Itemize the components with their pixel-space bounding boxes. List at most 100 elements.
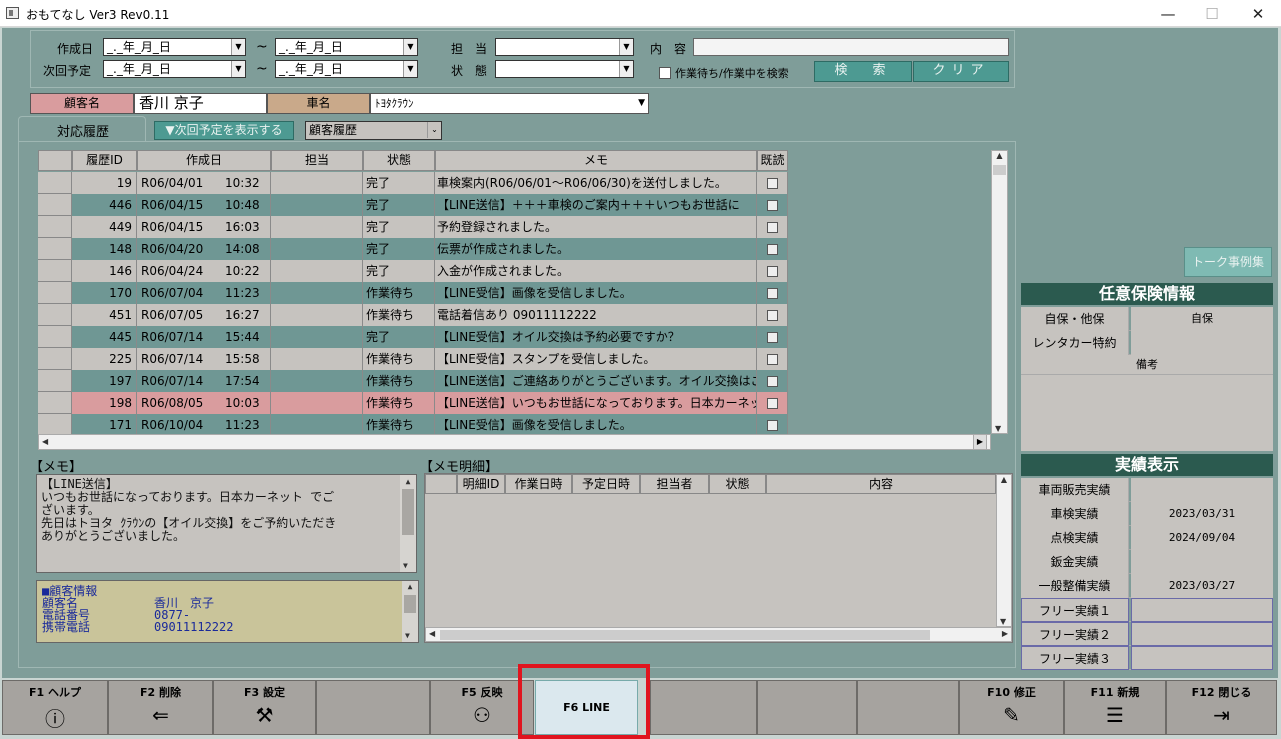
cell-status: 完了	[363, 172, 435, 194]
col-staff[interactable]: 担当	[271, 150, 363, 171]
read-checkbox[interactable]	[766, 398, 778, 409]
waiting-checkbox[interactable]	[659, 67, 671, 79]
f4-empty-button[interactable]	[316, 680, 430, 735]
f1-help-button[interactable]: F1 ヘルプ ⓘ	[2, 680, 108, 735]
f10-edit-button[interactable]: F10 修正 ✎	[959, 680, 1064, 735]
col-work-datetime[interactable]: 作業日時	[505, 474, 572, 494]
read-checkbox[interactable]	[766, 332, 778, 343]
scroll-up-icon[interactable]: ▲	[992, 151, 1007, 160]
read-checkbox[interactable]	[766, 376, 778, 387]
created-to-combo[interactable]: _._年_月_日 ▼	[275, 38, 418, 56]
detail-hscroll[interactable]: ◀ ▶	[425, 627, 1012, 642]
f3-settings-button[interactable]: F3 設定 ⚒	[213, 680, 316, 735]
row-selector	[38, 326, 72, 348]
scroll-down-icon[interactable]: ▼	[405, 630, 410, 642]
scroll-up-icon[interactable]: ▲	[402, 581, 418, 593]
detail-vscroll[interactable]: ▲ ▼	[996, 474, 1012, 627]
f12-close-button[interactable]: F12 閉じる ⇥	[1166, 680, 1277, 735]
history-vscroll-thumb[interactable]	[993, 165, 1006, 175]
close-button[interactable]: ✕	[1235, 0, 1281, 27]
history-type-combo[interactable]: 顧客履歴 ⌄	[305, 121, 442, 140]
read-checkbox[interactable]	[766, 288, 778, 299]
next-to-combo[interactable]: _._年_月_日 ▼	[275, 60, 418, 78]
maximize-button[interactable]: ☐	[1189, 0, 1235, 27]
table-row[interactable]: 449 R06/04/15 16:03 完了 予約登録されました。	[38, 216, 788, 238]
scroll-right-icon[interactable]: ▶	[1002, 629, 1008, 638]
table-row[interactable]: 146 R06/04/24 10:22 完了 入金が作成されました。	[38, 260, 788, 282]
cell-history-id: 19	[72, 172, 137, 194]
f6-line-button[interactable]: F6 LINE	[535, 680, 638, 735]
remarks-label: 備考	[1021, 355, 1273, 375]
f7-empty-button[interactable]	[650, 680, 757, 735]
history-vscroll[interactable]: ▲ ▼	[991, 150, 1008, 434]
col-detail-id[interactable]: 明細ID	[457, 474, 505, 494]
table-row[interactable]: 170 R06/07/04 11:23 作業待ち 【LINE受信】画像を受信しました。	[38, 282, 788, 304]
f9-empty-button[interactable]	[857, 680, 959, 735]
cell-created-date: R06/08/05 10:03	[137, 392, 271, 414]
col-detail-content[interactable]: 内容	[766, 474, 996, 494]
info-vscroll-thumb[interactable]	[404, 595, 416, 613]
memo-textarea[interactable]: 【LINE送信】 いつもお世話になっております。日本カーネット でご ざいます。…	[36, 474, 417, 573]
table-row[interactable]: 198 R06/08/05 10:03 作業待ち 【LINE送信】いつもお世話になってお…	[38, 392, 788, 414]
content-input[interactable]	[693, 38, 1009, 56]
minimize-button[interactable]: —	[1145, 0, 1191, 27]
table-row[interactable]: 197 R06/07/14 17:54 作業待ち 【LINE送信】ご連絡ありがとうござい…	[38, 370, 788, 392]
read-checkbox[interactable]	[766, 420, 778, 431]
car-name-combo[interactable]: ﾄﾖﾀｸﾗｳﾝ ▼	[370, 93, 649, 114]
show-next-button[interactable]: ▼次回予定を表示する	[154, 121, 294, 140]
col-read[interactable]: 既読	[757, 150, 788, 171]
table-row[interactable]: 445 R06/07/14 15:44 完了 【LINE受信】オイル交換は予約必要ですか…	[38, 326, 788, 348]
staff-combo[interactable]: ▼	[495, 38, 634, 56]
col-assignee[interactable]: 担当者	[640, 474, 709, 494]
scroll-left-icon[interactable]: ◀	[42, 437, 48, 446]
side-row-value[interactable]	[1131, 646, 1273, 670]
read-checkbox[interactable]	[766, 266, 778, 277]
read-checkbox[interactable]	[766, 178, 778, 189]
col-memo[interactable]: メモ	[435, 150, 757, 171]
search-button[interactable]: 検 索	[814, 61, 912, 82]
table-row[interactable]: 171 R06/10/04 11:23 作業待ち 【LINE受信】画像を受信しました。	[38, 414, 788, 436]
next-from-combo[interactable]: _._年_月_日 ▼	[103, 60, 246, 78]
history-hscroll[interactable]: ◀ ▶	[38, 434, 991, 450]
status-label: 状 態	[451, 64, 488, 78]
scroll-left-icon[interactable]: ◀	[429, 629, 435, 638]
side-row-value[interactable]	[1131, 622, 1273, 646]
chevron-down-icon: ▼	[619, 39, 633, 55]
col-plan-datetime[interactable]: 予定日時	[572, 474, 640, 494]
scroll-down-icon[interactable]: ▼	[1000, 617, 1006, 626]
scroll-down-icon[interactable]: ▼	[995, 424, 1001, 433]
scroll-right-icon[interactable]: ▶	[973, 434, 987, 450]
customer-name-field[interactable]: 香川 京子	[134, 93, 267, 114]
table-row[interactable]: 225 R06/07/14 15:58 作業待ち 【LINE受信】スタンプを受信しました…	[38, 348, 788, 370]
read-checkbox[interactable]	[766, 310, 778, 321]
table-row[interactable]: 19 R06/04/01 10:32 完了 車検案内(R06/06/01～R06/06/…	[38, 172, 788, 194]
talk-examples-button[interactable]: トーク事例集	[1184, 247, 1272, 277]
status-combo[interactable]: ▼	[495, 60, 634, 78]
scroll-up-icon[interactable]: ▲	[400, 475, 416, 488]
clear-button[interactable]: クリア	[913, 61, 1009, 82]
tab-history[interactable]: 対応履歴	[18, 116, 146, 142]
read-checkbox[interactable]	[766, 244, 778, 255]
col-detail-status[interactable]: 状態	[709, 474, 766, 494]
detail-hscroll-thumb[interactable]	[440, 630, 930, 640]
created-from-combo[interactable]: _._年_月_日 ▼	[103, 38, 246, 56]
side-row-key: 一般整備実績	[1021, 574, 1129, 598]
read-checkbox[interactable]	[766, 354, 778, 365]
memo-vscroll[interactable]: ▲ ▼	[400, 475, 416, 572]
scroll-down-icon[interactable]: ▼	[403, 559, 408, 572]
read-checkbox[interactable]	[766, 222, 778, 233]
side-row-value[interactable]	[1131, 598, 1273, 622]
col-created-date[interactable]: 作成日	[137, 150, 271, 171]
read-checkbox[interactable]	[766, 200, 778, 211]
f11-new-button[interactable]: F11 新規 ☰	[1064, 680, 1166, 735]
table-row[interactable]: 451 R06/07/05 16:27 作業待ち 電話着信あり 09011112222	[38, 304, 788, 326]
scroll-up-icon[interactable]: ▲	[997, 475, 1011, 484]
col-history-id[interactable]: 履歴ID	[72, 150, 137, 171]
f8-empty-button[interactable]	[757, 680, 857, 735]
memo-vscroll-thumb[interactable]	[402, 489, 414, 535]
table-row[interactable]: 446 R06/04/15 10:48 完了 【LINE送信】＋＋＋車検のご案内＋＋＋い…	[38, 194, 788, 216]
info-vscroll[interactable]: ▲ ▼	[402, 581, 418, 642]
col-status[interactable]: 状態	[363, 150, 435, 171]
table-row[interactable]: 148 R06/04/20 14:08 完了 伝票が作成されました。	[38, 238, 788, 260]
f2-delete-button[interactable]: F2 削除 ⇐	[108, 680, 213, 735]
